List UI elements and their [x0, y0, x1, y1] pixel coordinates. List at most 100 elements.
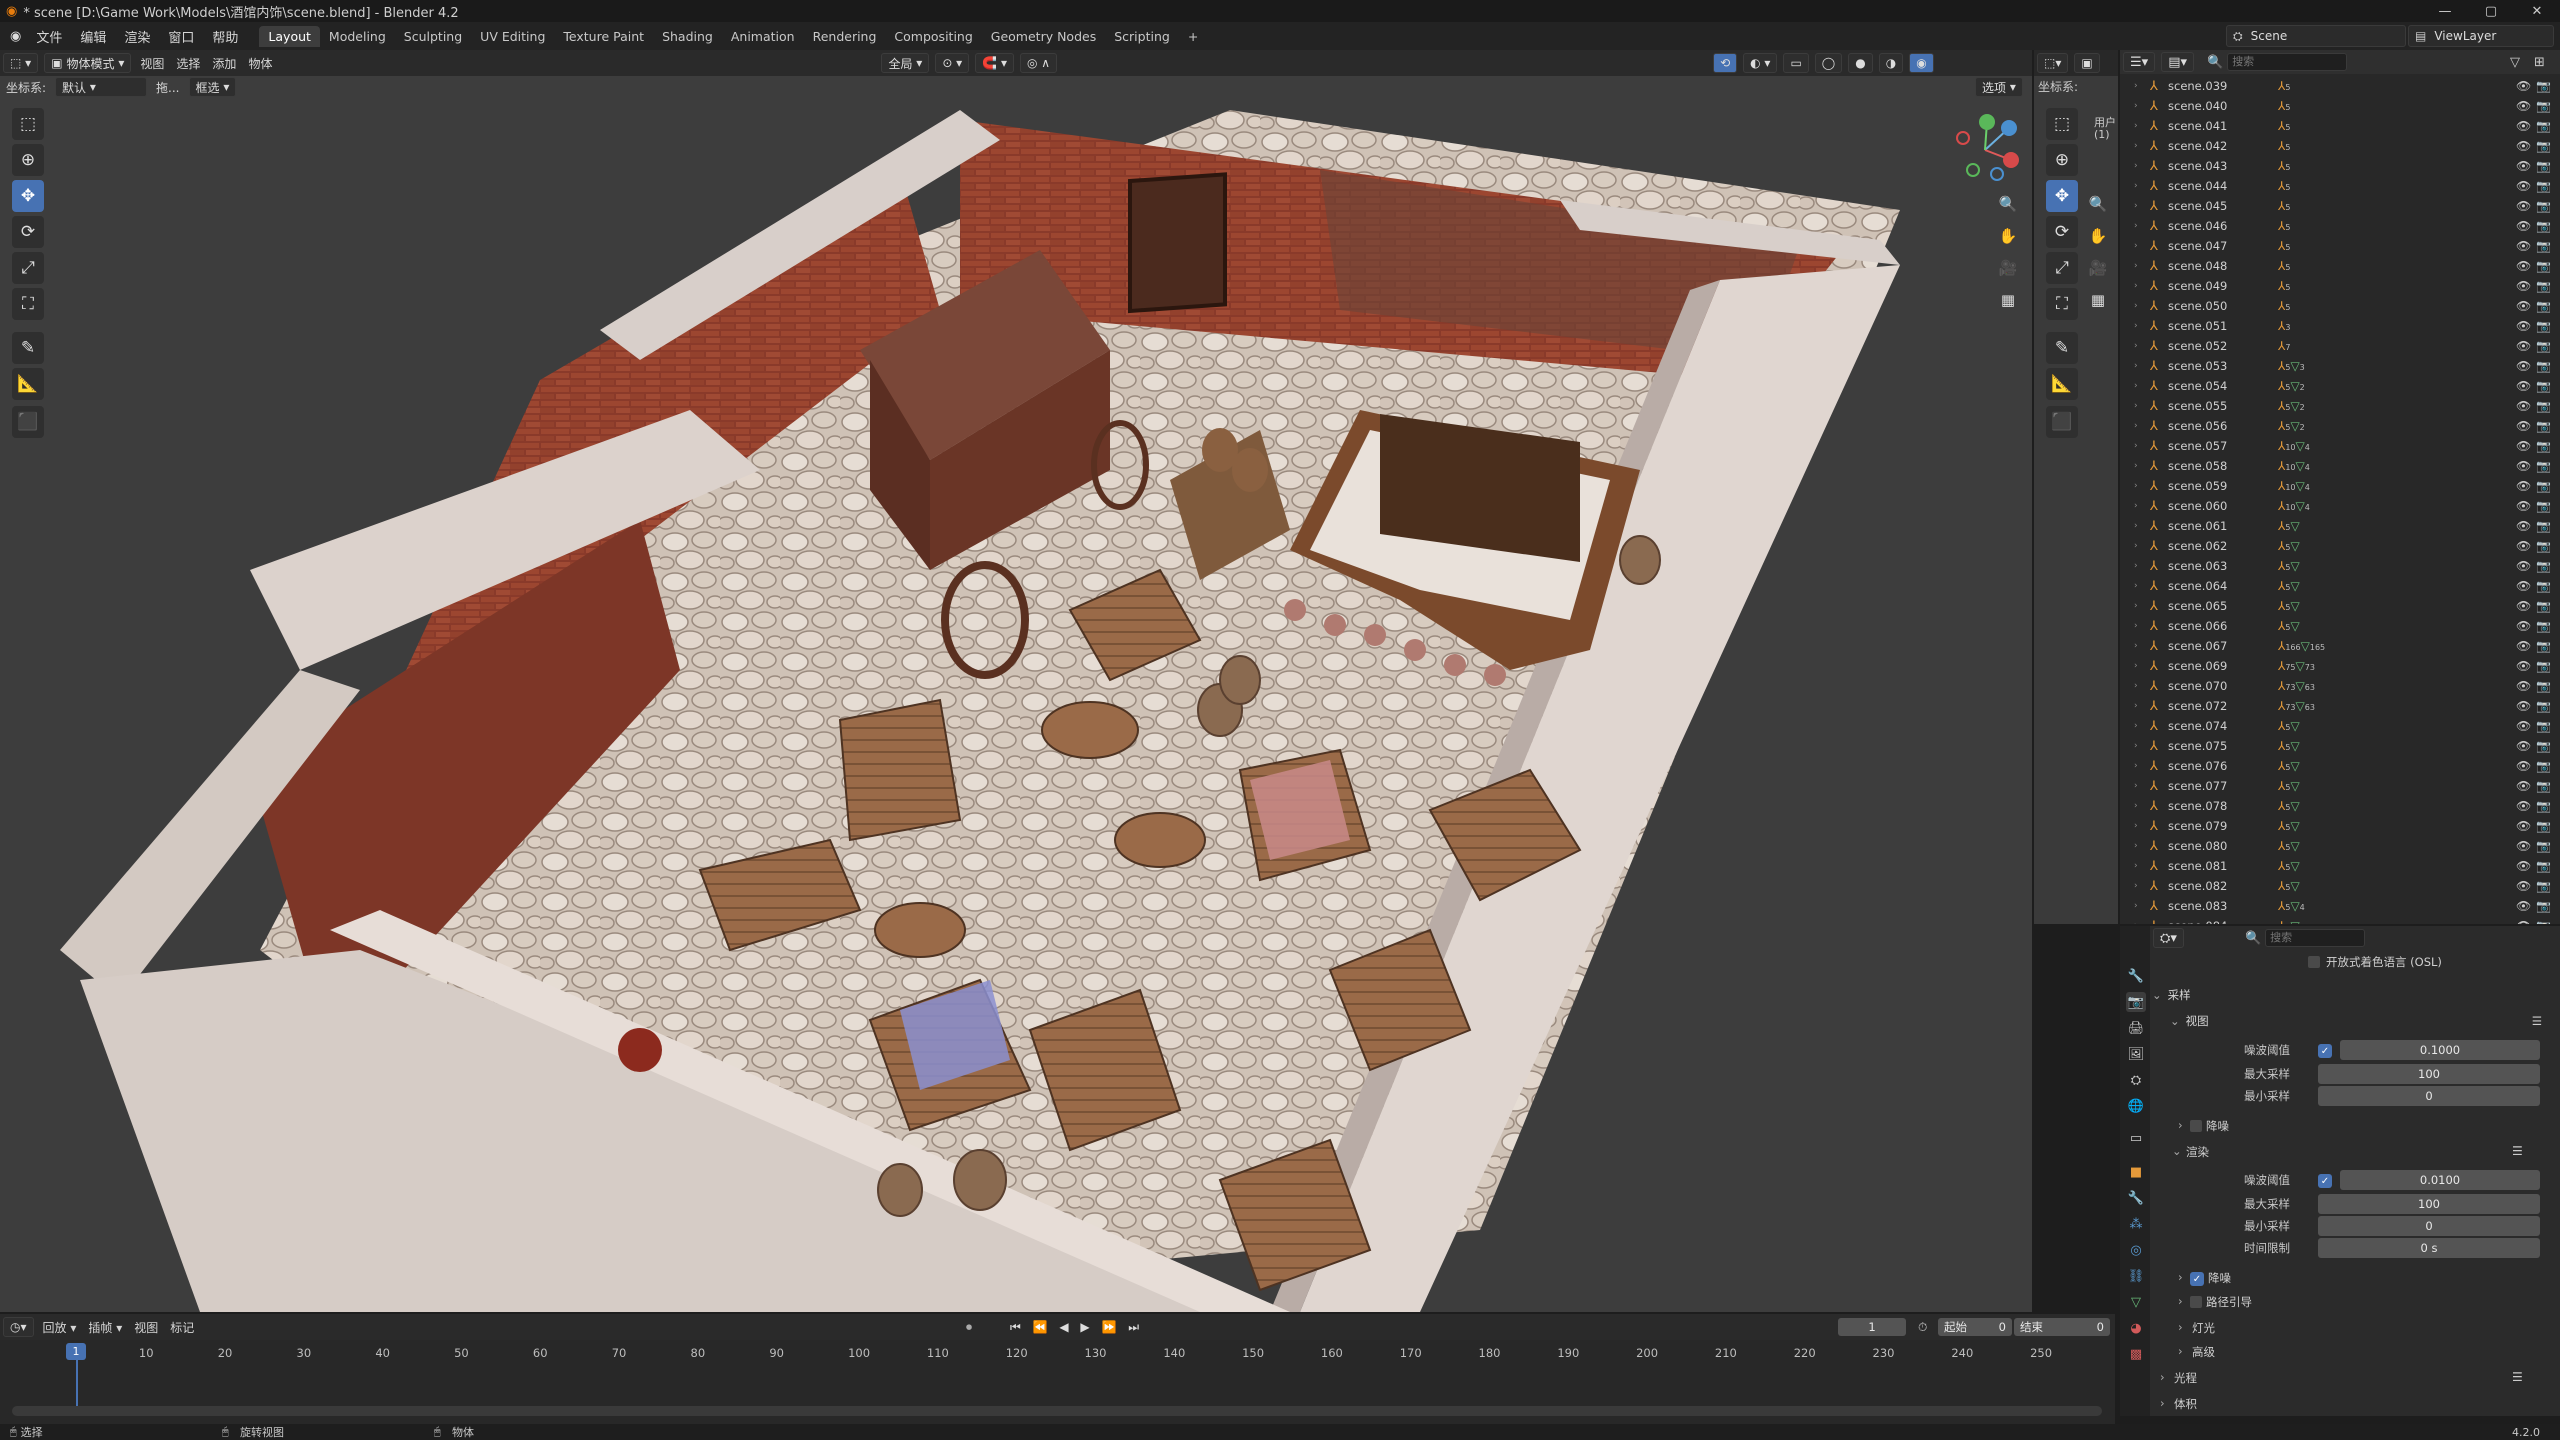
secondary-pan-icon[interactable]: ✋: [2084, 222, 2112, 250]
expand-arrow-icon[interactable]: ›: [2134, 161, 2138, 171]
expand-arrow-icon[interactable]: ›: [2134, 401, 2138, 411]
outliner-row[interactable]: › ⅄ scene.042 ⅄5 👁 📷: [2120, 136, 2560, 156]
texture-tab-icon[interactable]: ▩: [2126, 1344, 2146, 1364]
object-name[interactable]: scene.081: [2168, 859, 2227, 873]
visibility-eye-icon[interactable]: 👁: [2516, 839, 2531, 853]
outliner-row[interactable]: › ⅄ scene.075 ⅄5▽ 👁 📷: [2120, 736, 2560, 756]
outliner-row[interactable]: › ⅄ scene.070 ⅄73▽63 👁 📷: [2120, 676, 2560, 696]
visibility-eye-icon[interactable]: 👁: [2516, 519, 2531, 533]
outliner-row[interactable]: › ⅄ scene.049 ⅄5 👁 📷: [2120, 276, 2560, 296]
view-layer-tab-icon[interactable]: 🖼: [2126, 1044, 2146, 1064]
object-name[interactable]: scene.064: [2168, 579, 2227, 593]
outliner-row[interactable]: › ⅄ scene.055 ⅄5▽2 👁 📷: [2120, 396, 2560, 416]
render-camera-icon[interactable]: 📷: [2536, 799, 2551, 813]
tab-geometry-nodes[interactable]: Geometry Nodes: [982, 26, 1105, 47]
expand-arrow-icon[interactable]: ›: [2134, 761, 2138, 771]
render-camera-icon[interactable]: 📷: [2536, 639, 2551, 653]
object-name[interactable]: scene.080: [2168, 839, 2227, 853]
visibility-eye-icon[interactable]: 👁: [2516, 699, 2531, 713]
visibility-eye-icon[interactable]: 👁: [2516, 659, 2531, 673]
render-camera-icon[interactable]: 📷: [2536, 519, 2551, 533]
tab-shading[interactable]: Shading: [653, 26, 722, 47]
render-camera-icon[interactable]: 📷: [2536, 239, 2551, 253]
expand-arrow-icon[interactable]: ›: [2134, 681, 2138, 691]
visibility-eye-icon[interactable]: 👁: [2516, 499, 2531, 513]
expand-arrow-icon[interactable]: ›: [2134, 221, 2138, 231]
timeline-scrollbar[interactable]: [12, 1406, 2102, 1416]
render-camera-icon[interactable]: 📷: [2536, 159, 2551, 173]
outliner-row[interactable]: › ⅄ scene.063 ⅄5▽ 👁 📷: [2120, 556, 2560, 576]
outliner-row[interactable]: › ⅄ scene.064 ⅄5▽ 👁 📷: [2120, 576, 2560, 596]
secondary-transform-tool-icon[interactable]: ⛶: [2046, 288, 2078, 320]
object-name[interactable]: scene.046: [2168, 219, 2227, 233]
visibility-eye-icon[interactable]: 👁: [2516, 919, 2531, 924]
object-name[interactable]: scene.057: [2168, 439, 2227, 453]
expand-arrow-icon[interactable]: ›: [2134, 541, 2138, 551]
render-camera-icon[interactable]: 📷: [2536, 359, 2551, 373]
transform-tool-icon[interactable]: ⛶: [12, 288, 44, 320]
cursor-tool-icon[interactable]: ⊕: [12, 144, 44, 176]
object-name[interactable]: scene.058: [2168, 459, 2227, 473]
vp-noise-threshold-checkbox[interactable]: ✓: [2318, 1044, 2332, 1058]
outliner-row[interactable]: › ⅄ scene.051 ⅄3 👁 📷: [2120, 316, 2560, 336]
timeline-menu-playback[interactable]: 回放 ▾: [43, 1319, 77, 1336]
object-name[interactable]: scene.061: [2168, 519, 2227, 533]
outliner-row[interactable]: › ⅄ scene.078 ⅄5▽ 👁 📷: [2120, 796, 2560, 816]
render-camera-icon[interactable]: 📷: [2536, 919, 2551, 924]
filter-icon[interactable]: ▽: [2510, 55, 2520, 70]
auto-key-icon[interactable]: ⏺: [966, 1320, 972, 1335]
world-tab-icon[interactable]: 🌐: [2126, 1096, 2146, 1116]
time-limit-field[interactable]: 0 s: [2318, 1238, 2540, 1258]
object-name[interactable]: scene.079: [2168, 819, 2227, 833]
ortho-toggle-icon[interactable]: ▦: [1994, 286, 2022, 314]
render-panel-label[interactable]: 渲染: [2186, 1144, 2209, 1160]
list-icon[interactable]: ☰: [2532, 1014, 2542, 1028]
object-name[interactable]: scene.054: [2168, 379, 2227, 393]
expand-arrow-icon[interactable]: ›: [2134, 521, 2138, 531]
render-camera-icon[interactable]: 📷: [2536, 279, 2551, 293]
outliner-row[interactable]: › ⅄ scene.081 ⅄5▽ 👁 📷: [2120, 856, 2560, 876]
vp-min-samples-field[interactable]: 0: [2318, 1086, 2540, 1106]
object-name[interactable]: scene.045: [2168, 199, 2227, 213]
visibility-eye-icon[interactable]: 👁: [2516, 379, 2531, 393]
lights-expander[interactable]: ›: [2178, 1320, 2183, 1334]
render-camera-icon[interactable]: 📷: [2536, 379, 2551, 393]
render-camera-icon[interactable]: 📷: [2536, 699, 2551, 713]
move-tool-icon[interactable]: ✥: [12, 180, 44, 212]
secondary-editor-type-button[interactable]: ⬚▾: [2037, 53, 2069, 73]
expand-arrow-icon[interactable]: ›: [2134, 601, 2138, 611]
new-collection-icon[interactable]: ⊞: [2534, 55, 2545, 70]
menu-render[interactable]: 渲染: [115, 27, 159, 46]
object-name[interactable]: scene.044: [2168, 179, 2227, 193]
path-guiding-expander[interactable]: ›: [2178, 1294, 2183, 1308]
object-name[interactable]: scene.040: [2168, 99, 2227, 113]
outliner-row[interactable]: › ⅄ scene.060 ⅄10▽4 👁 📷: [2120, 496, 2560, 516]
tab-sculpting[interactable]: Sculpting: [395, 26, 471, 47]
object-name[interactable]: scene.049: [2168, 279, 2227, 293]
expand-arrow-icon[interactable]: ›: [2134, 801, 2138, 811]
visibility-eye-icon[interactable]: 👁: [2516, 279, 2531, 293]
outliner-row[interactable]: › ⅄ scene.061 ⅄5▽ 👁 📷: [2120, 516, 2560, 536]
visibility-eye-icon[interactable]: 👁: [2516, 479, 2531, 493]
object-name[interactable]: scene.055: [2168, 399, 2227, 413]
object-name[interactable]: scene.077: [2168, 779, 2227, 793]
object-name[interactable]: scene.060: [2168, 499, 2227, 513]
expand-arrow-icon[interactable]: ›: [2134, 661, 2138, 671]
timeline-menu-keying[interactable]: 插帧 ▾: [88, 1319, 122, 1336]
expand-arrow-icon[interactable]: ›: [2134, 381, 2138, 391]
outliner-row[interactable]: › ⅄ scene.052 ⅄7 👁 📷: [2120, 336, 2560, 356]
properties-search-input[interactable]: [2265, 929, 2366, 947]
secondary-cursor-tool-icon[interactable]: ⊕: [2046, 144, 2078, 176]
object-name[interactable]: scene.056: [2168, 419, 2227, 433]
outliner-row[interactable]: › ⅄ scene.084 ⅄5▽ 👁 📷: [2120, 916, 2560, 925]
visibility-eye-icon[interactable]: 👁: [2516, 719, 2531, 733]
secondary-rotate-tool-icon[interactable]: ⟳: [2046, 216, 2078, 248]
expand-arrow-icon[interactable]: ›: [2134, 241, 2138, 251]
timeline-menu-view[interactable]: 视图: [134, 1319, 158, 1336]
secondary-3d-viewport[interactable]: ⬚▾ ▣ 坐标系: 用户 (1) ⬚ ⊕ ✥ ⟳ ⤢ ⛶ ✎ 📐 ⬛ 🔍 ✋ 🎥…: [2034, 50, 2118, 924]
render-tab-icon[interactable]: 📷: [2126, 992, 2146, 1012]
render-camera-icon[interactable]: 📷: [2536, 459, 2551, 473]
object-name[interactable]: scene.066: [2168, 619, 2227, 633]
outliner-row[interactable]: › ⅄ scene.076 ⅄5▽ 👁 📷: [2120, 756, 2560, 776]
render-camera-icon[interactable]: 📷: [2536, 399, 2551, 413]
